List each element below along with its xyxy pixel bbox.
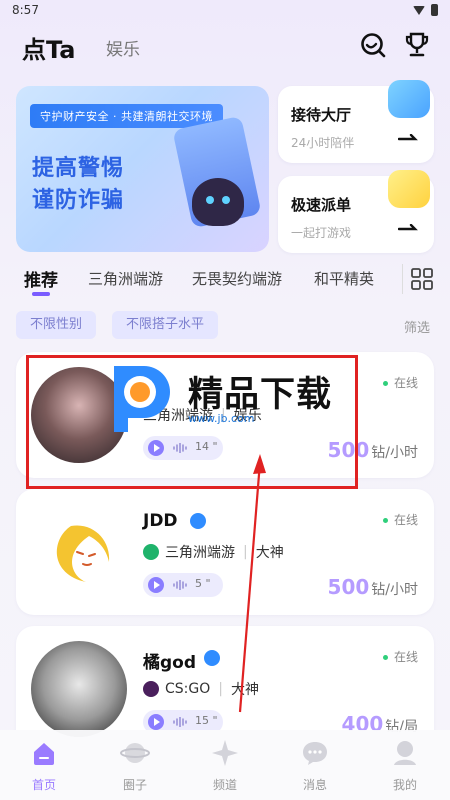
tab-peace-elite[interactable]: 和平精英 [314, 268, 374, 289]
male-gender-icon [190, 513, 206, 529]
planet-icon [120, 743, 150, 763]
play-icon[interactable] [148, 577, 164, 593]
price-unit: 钻/小时 [371, 445, 418, 461]
active-tab-indicator [32, 292, 50, 296]
category-tabs: 推荐 三角洲端游 无畏契约端游 和平精英 [0, 264, 450, 302]
moon-avatar-icon [56, 525, 110, 582]
online-status: 在线 [382, 648, 418, 665]
voice-duration: 15 " [195, 714, 218, 727]
gender-filter[interactable]: 不限性别 [16, 311, 97, 339]
quick-dispatch-card[interactable]: 极速派单 一起打游戏 [278, 170, 434, 253]
online-dot [382, 655, 388, 660]
tab-valorant[interactable]: 无畏契约端游 [192, 268, 282, 289]
price: 500 钻/小时 [328, 575, 418, 599]
play-icon[interactable] [148, 714, 164, 730]
nav-messages[interactable]: 消息 [285, 738, 345, 798]
search-icon[interactable] [358, 30, 388, 60]
online-status-text: 在线 [393, 650, 418, 664]
online-status: 在线 [382, 374, 418, 391]
online-status-text: 在线 [393, 513, 418, 527]
avatar[interactable] [31, 504, 127, 600]
reception-hall-title: 接待大厅 [291, 106, 352, 124]
online-dot [382, 518, 388, 523]
nav-messages-label: 消息 [302, 778, 327, 792]
banner-headline-2: 谨防诈骗 [32, 188, 125, 213]
nav-channel-label: 频道 [212, 778, 237, 792]
game-name: CS:GO [165, 681, 211, 697]
nav-home-label: 首页 [31, 778, 56, 792]
waveform-icon [173, 580, 187, 590]
online-status-text: 在线 [393, 376, 418, 390]
cat-eye [222, 196, 230, 204]
anti-fraud-banner[interactable]: 守护财产安全 · 共建清朗社交环境 提高警惕 谨防诈骗 [16, 86, 269, 252]
tab-delta-force[interactable]: 三角洲端游 [88, 268, 163, 289]
tab-entertainment[interactable]: 娱乐 [106, 35, 140, 60]
quick-dispatch-title: 极速派单 [291, 196, 352, 214]
nav-profile[interactable]: 我的 [375, 738, 435, 798]
profile-icon [394, 741, 416, 765]
chick-mascot-icon [388, 170, 430, 208]
battery-icon [431, 4, 438, 16]
online-dot [382, 381, 388, 386]
voice-duration: 5 " [195, 577, 211, 590]
bottom-navigation: 首页 圈子 频道 消息 我的 [0, 730, 450, 800]
robot-mascot-icon [388, 80, 430, 118]
nav-channel[interactable]: 频道 [195, 738, 255, 798]
price-value: 500 [327, 575, 370, 599]
grid-icon [411, 268, 433, 290]
trophy-icon[interactable] [402, 30, 432, 60]
status-time: 8:57 [12, 3, 39, 17]
annotation-highlight-box [26, 355, 358, 489]
all-categories-button[interactable] [402, 264, 436, 294]
annotation-arrow [238, 454, 266, 713]
divider: | [218, 681, 223, 697]
cat-mascot-illustration [192, 178, 244, 226]
top-header: 点Ta 娱乐 [0, 28, 450, 68]
status-bar: 8:57 [0, 0, 450, 22]
game-name: 三角洲端游 [165, 545, 235, 561]
delta-force-game-icon [143, 544, 159, 560]
reception-hall-card[interactable]: 接待大厅 24小时陪伴 [278, 80, 434, 163]
online-status: 在线 [382, 511, 418, 528]
arrow-right-icon [398, 224, 418, 231]
csgo-game-icon [143, 681, 159, 697]
price-unit: 钻/小时 [371, 582, 418, 598]
home-icon [34, 743, 54, 765]
male-gender-icon [204, 650, 220, 666]
nav-profile-label: 我的 [392, 778, 417, 792]
filter-button[interactable]: 筛选 [404, 317, 430, 336]
nav-home[interactable]: 首页 [14, 738, 74, 798]
status-icons [413, 4, 438, 16]
chat-bubble-icon [303, 742, 327, 765]
voice-intro-player[interactable]: 5 " [143, 573, 223, 597]
avatar[interactable] [31, 641, 127, 737]
cat-eye [206, 196, 214, 204]
tab-recommended[interactable]: 推荐 [24, 266, 58, 291]
sparkle-icon [212, 740, 238, 766]
waveform-icon [173, 717, 187, 727]
quick-dispatch-subtitle: 一起打游戏 [291, 226, 352, 240]
nav-circle-label: 圈子 [122, 778, 147, 792]
nav-circle[interactable]: 圈子 [105, 738, 165, 798]
arrow-right-icon [398, 134, 418, 141]
banner-slogan: 守护财产安全 · 共建清朗社交环境 [30, 104, 223, 128]
app-logo[interactable]: 点Ta [22, 30, 75, 65]
player-name: JDD [143, 511, 178, 531]
wifi-icon [413, 5, 425, 15]
reception-hall-subtitle: 24小时陪伴 [291, 136, 355, 150]
player-name: 橘god [143, 653, 197, 673]
banner-headline-1: 提高警惕 [32, 156, 125, 181]
skill-level-filter[interactable]: 不限搭子水平 [112, 311, 219, 339]
player-card[interactable]: JDD 在线 三角洲端游 | 大神 5 " 500 钻/小时 [16, 489, 434, 615]
